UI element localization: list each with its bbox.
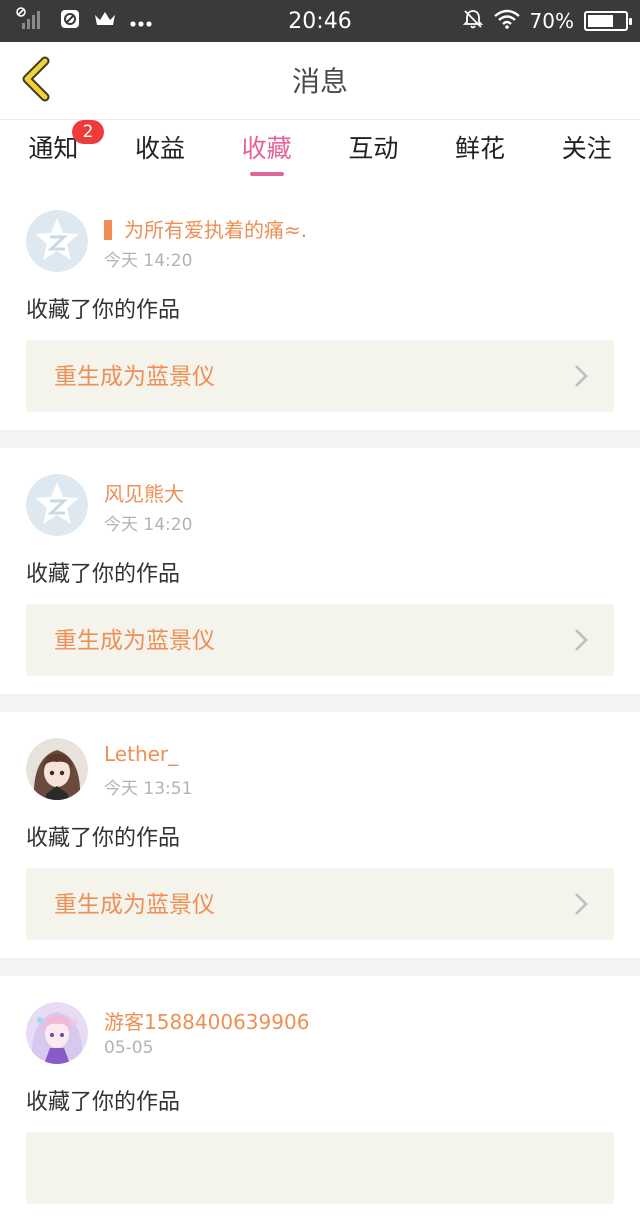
message-item: 为所有爱执着的痛≈. 今天 14:20 收藏了你的作品 重生成为蓝景仪 xyxy=(0,184,640,430)
tab-label: 收藏 xyxy=(241,134,292,163)
tab-label: 收益 xyxy=(135,134,186,163)
message-item: Lether_ 今天 13:51 收藏了你的作品 重生成为蓝景仪 xyxy=(0,712,640,958)
tab-notifications[interactable]: 通知 2 xyxy=(0,120,107,184)
battery-percent: 70% xyxy=(529,9,574,33)
username[interactable]: Lether_ xyxy=(104,742,178,766)
user-mark-icon xyxy=(104,220,112,240)
username[interactable]: 为所有爱执着的痛≈. xyxy=(104,214,307,243)
tab-label: 通知 xyxy=(28,134,79,163)
tab-earnings[interactable]: 收益 xyxy=(107,120,214,184)
message-time: 05-05 xyxy=(104,1038,154,1058)
message-time: 今天 13:51 xyxy=(104,779,193,799)
message-list: 为所有爱执着的痛≈. 今天 14:20 收藏了你的作品 重生成为蓝景仪 风见熊大… xyxy=(0,184,640,1222)
category-tabs: 通知 2 收益 收藏 互动 鲜花 关注 xyxy=(0,120,640,184)
notification-badge: 2 xyxy=(72,120,104,144)
username[interactable]: 游客1588400639906 xyxy=(104,1006,309,1035)
tab-interactions[interactable]: 互动 xyxy=(320,120,427,184)
username-text: 为所有爱执着的痛≈. xyxy=(124,218,308,242)
message-action: 收藏了你的作品 xyxy=(26,298,181,323)
work-link[interactable] xyxy=(26,1132,614,1204)
tab-follows[interactable]: 关注 xyxy=(533,120,640,184)
chevron-right-icon xyxy=(574,628,588,656)
mute-bell-icon xyxy=(462,8,484,34)
status-right-icons: 70% xyxy=(462,8,632,34)
work-title: 重生成为蓝景仪 xyxy=(54,364,215,390)
message-action: 收藏了你的作品 xyxy=(26,826,181,851)
default-avatar-icon[interactable] xyxy=(26,210,88,272)
anime-girl-avatar[interactable] xyxy=(26,738,88,800)
divider xyxy=(0,694,640,712)
work-title: 重生成为蓝景仪 xyxy=(54,628,215,654)
divider xyxy=(0,430,640,448)
tab-flowers[interactable]: 鲜花 xyxy=(427,120,534,184)
wifi-icon xyxy=(493,9,520,33)
tab-label: 关注 xyxy=(561,134,612,163)
anime-girl-avatar[interactable] xyxy=(26,1002,88,1064)
message-item: 游客1588400639906 05-05 收藏了你的作品 xyxy=(0,976,640,1222)
default-avatar-icon[interactable] xyxy=(26,474,88,536)
tab-label: 鲜花 xyxy=(455,134,506,163)
battery-fill xyxy=(588,15,613,27)
page-title: 消息 xyxy=(291,65,348,98)
work-title: 重生成为蓝景仪 xyxy=(54,892,215,918)
message-time: 今天 14:20 xyxy=(104,251,193,271)
work-link[interactable]: 重生成为蓝景仪 xyxy=(26,604,614,676)
username[interactable]: 风见熊大 xyxy=(104,478,184,507)
chevron-right-icon xyxy=(574,364,588,392)
status-bar: 20:46 70% xyxy=(0,0,640,42)
back-button[interactable] xyxy=(12,56,60,106)
header-bar: 消息 xyxy=(0,42,640,120)
tab-label: 互动 xyxy=(348,134,399,163)
chevron-left-icon xyxy=(19,56,53,106)
tab-favorites[interactable]: 收藏 xyxy=(213,120,320,184)
message-item: 风见熊大 今天 14:20 收藏了你的作品 重生成为蓝景仪 xyxy=(0,448,640,694)
battery-icon xyxy=(584,11,632,31)
message-time: 今天 14:20 xyxy=(104,515,193,535)
divider xyxy=(0,958,640,976)
work-link[interactable]: 重生成为蓝景仪 xyxy=(26,868,614,940)
message-action: 收藏了你的作品 xyxy=(26,1090,181,1115)
chevron-right-icon xyxy=(574,892,588,920)
work-link[interactable]: 重生成为蓝景仪 xyxy=(26,340,614,412)
message-action: 收藏了你的作品 xyxy=(26,562,181,587)
